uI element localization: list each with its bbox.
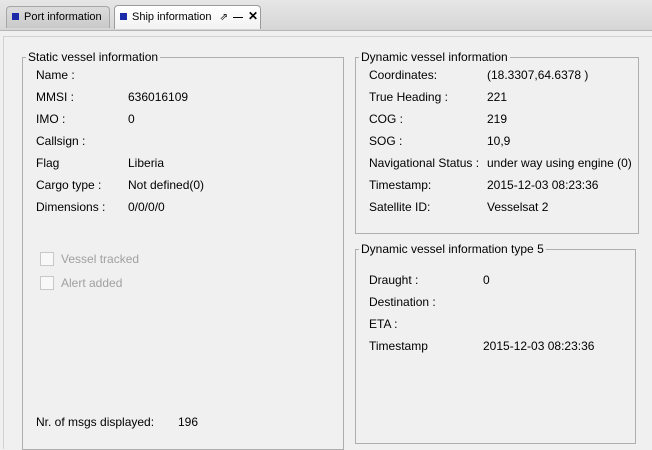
field-label: Dimensions :	[36, 200, 106, 214]
field-label: Callsign :	[36, 134, 86, 148]
panel-title: Dynamic vessel information	[361, 50, 508, 64]
field-value: 0	[128, 112, 135, 126]
tab-label: Ship information	[132, 11, 212, 23]
field-label: Destination :	[369, 295, 436, 309]
static-vessel-panel: Static vessel information	[22, 50, 344, 450]
msgs-count-value: 196	[178, 415, 199, 429]
field-value: under way using engine (0)	[487, 156, 632, 170]
window-icon	[120, 13, 127, 20]
tab-bar: Port information Ship information ⇗ — ✕	[0, 0, 652, 31]
field-label: Satellite ID:	[369, 200, 431, 214]
ship-information-pane: Static vessel information Name : MMSI : …	[3, 36, 652, 450]
tab-label: Port information	[24, 11, 102, 23]
field-label: ETA :	[369, 317, 398, 331]
field-label: Timestamp	[369, 339, 428, 353]
window-icon	[12, 13, 19, 20]
field-label: Name :	[36, 68, 75, 82]
field-value: Vesselsat 2	[487, 200, 549, 214]
panel-title: Static vessel information	[28, 50, 159, 64]
field-value: 221	[487, 90, 508, 104]
field-value: (18.3307,64.6378 )	[487, 68, 589, 82]
vessel-tracked-checkbox[interactable]: Vessel tracked	[40, 251, 139, 266]
close-icon[interactable]: ✕	[248, 6, 258, 26]
minimize-icon[interactable]: —	[233, 8, 243, 28]
field-label: MMSI :	[36, 90, 74, 104]
field-value: 0	[483, 273, 490, 287]
field-value: 636016109	[128, 90, 189, 104]
checkbox-box[interactable]	[40, 275, 54, 290]
msgs-count-label: Nr. of msgs displayed:	[36, 415, 155, 429]
field-value: 0/0/0/0	[128, 200, 165, 214]
panel-title: Dynamic vessel information type 5	[361, 242, 544, 256]
field-value: 2015-12-03 08:23:36	[483, 339, 595, 353]
field-label: COG :	[369, 112, 404, 126]
field-label: Navigational Status :	[369, 156, 480, 170]
field-label: Timestamp:	[369, 178, 432, 192]
field-value: Liberia	[128, 156, 165, 170]
alert-added-checkbox[interactable]: Alert added	[40, 275, 122, 290]
field-label: SOG :	[369, 134, 403, 148]
undock-icon[interactable]: ⇗	[220, 8, 228, 28]
field-label: IMO :	[36, 112, 66, 126]
field-value: 2015-12-03 08:23:36	[487, 178, 599, 192]
field-label: Cargo type :	[36, 178, 102, 192]
field-value: 219	[487, 112, 508, 126]
field-label: Flag	[36, 156, 60, 170]
field-label: Coordinates:	[369, 68, 438, 82]
tab-ship-information[interactable]: Ship information ⇗ — ✕	[114, 5, 261, 29]
tab-port-information[interactable]: Port information	[6, 6, 110, 28]
field-value: Not defined(0)	[128, 178, 205, 192]
field-value: 10,9	[487, 134, 511, 148]
field-label: True Heading :	[369, 90, 448, 104]
checkbox-label: Alert added	[61, 275, 123, 290]
checkbox-box[interactable]	[40, 251, 54, 266]
field-label: Draught :	[369, 273, 419, 287]
checkbox-label: Vessel tracked	[61, 251, 140, 266]
